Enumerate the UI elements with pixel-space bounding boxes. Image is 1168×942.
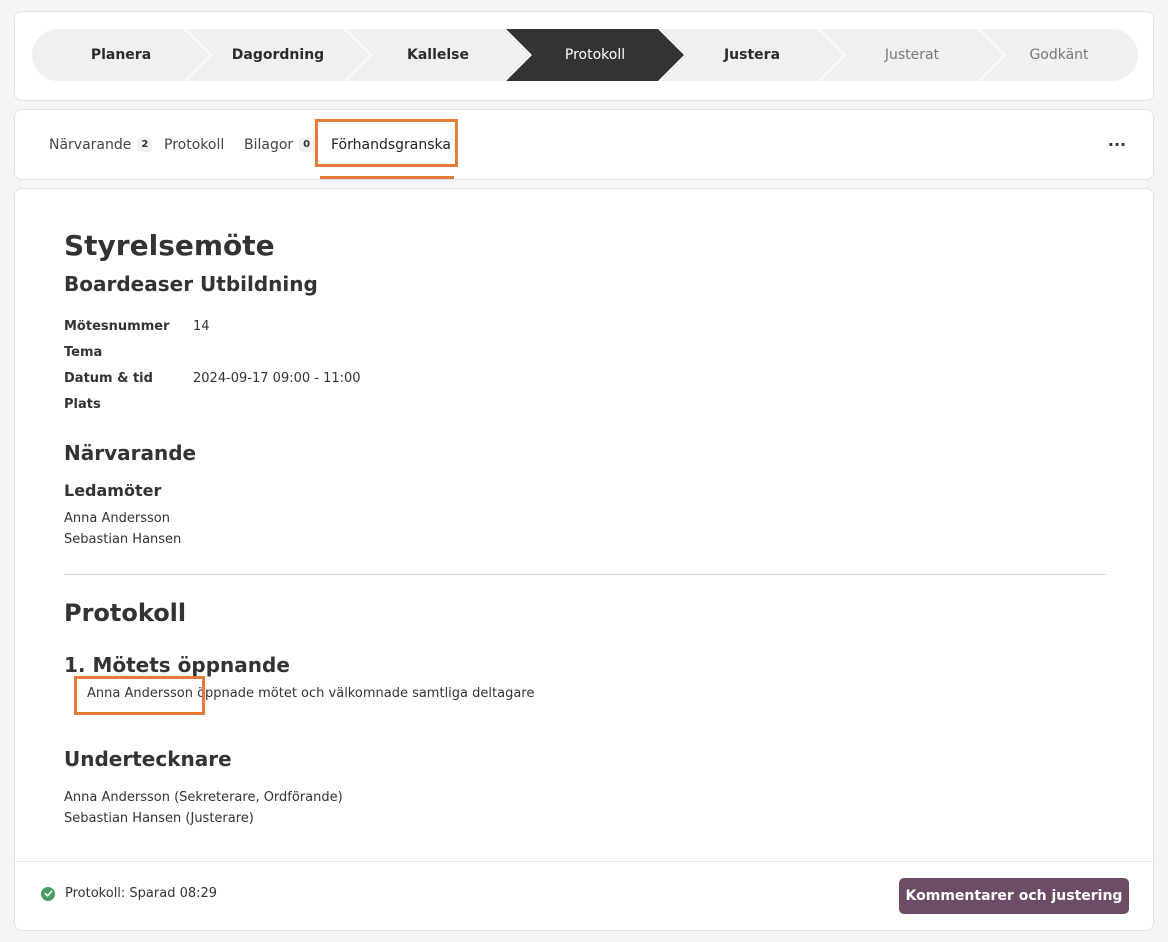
- tab-narvarande-badge: 2: [137, 138, 153, 152]
- step-justerat-label: Justerat: [884, 47, 940, 63]
- tab-active-indicator: [320, 176, 454, 179]
- signatory: Sebastian Hansen (Justerare): [64, 811, 254, 826]
- meta-label-motesnummer: Mötesnummer: [64, 319, 170, 334]
- document-title: Styrelsemöte: [64, 229, 275, 262]
- step-planera[interactable]: Planera: [32, 29, 210, 81]
- section-divider: [64, 574, 1106, 575]
- step-protokoll[interactable]: Protokoll: [506, 29, 684, 81]
- save-status: Protokoll: Sparad 08:29: [41, 886, 217, 901]
- tab-bilagor[interactable]: Bilagor 0: [244, 110, 315, 180]
- tab-bilagor-badge: 0: [299, 138, 315, 152]
- workflow-card: Planera Dagordning Kallelse Protokoll Ju…: [14, 11, 1154, 101]
- tab-narvarande-label: Närvarande: [49, 137, 132, 153]
- step-godkant[interactable]: Godkänt: [980, 29, 1138, 81]
- meta-label-plats: Plats: [64, 397, 101, 412]
- tab-narvarande[interactable]: Närvarande 2: [49, 110, 153, 180]
- tabs-card: Närvarande 2 Protokoll Bilagor 0 Förhand…: [14, 109, 1154, 180]
- step-dagordning[interactable]: Dagordning: [186, 29, 370, 81]
- signatory: Anna Andersson (Sekreterare, Ordförande): [64, 790, 343, 805]
- attendance-heading: Närvarande: [64, 441, 197, 465]
- meta-label-datum: Datum & tid: [64, 371, 153, 386]
- comments-and-review-button[interactable]: Kommentarer och justering: [899, 878, 1129, 914]
- tab-highlight-box: [315, 119, 458, 167]
- member-name: Sebastian Hansen: [64, 532, 182, 547]
- name-highlight-box: [74, 676, 205, 715]
- organization-name: Boardeaser Utbildning: [64, 272, 318, 296]
- member-name: Anna Andersson: [64, 511, 170, 526]
- step-dagordning-label: Dagordning: [231, 47, 325, 63]
- signatories-heading: Undertecknare: [64, 747, 232, 771]
- tab-protokoll-label: Protokoll: [164, 137, 225, 153]
- step-protokoll-label: Protokoll: [564, 47, 626, 63]
- step-justera-label: Justera: [723, 47, 781, 63]
- document-preview-card: Styrelsemöte Boardeaser Utbildning Mötes…: [14, 188, 1154, 931]
- workflow-stepper: Planera Dagordning Kallelse Protokoll Ju…: [32, 29, 1138, 81]
- agenda-item-title: 1. Mötets öppnande: [64, 653, 290, 677]
- meta-value-motesnummer: 14: [193, 319, 210, 334]
- more-options-button[interactable]: ···: [1103, 132, 1131, 156]
- footer-divider: [15, 861, 1153, 862]
- protocol-heading: Protokoll: [64, 599, 187, 627]
- meta-label-tema: Tema: [64, 345, 103, 360]
- step-justerat[interactable]: Justerat: [820, 29, 1004, 81]
- meta-value-datum: 2024-09-17 09:00 - 11:00: [193, 371, 361, 386]
- tab-protokoll[interactable]: Protokoll: [164, 110, 224, 180]
- check-circle-icon: [41, 886, 55, 901]
- tab-bilagor-label: Bilagor: [244, 137, 294, 153]
- agenda-item-text: öppnade mötet och välkomnade samtliga de…: [192, 686, 535, 701]
- save-status-text: Protokoll: Sparad 08:29: [65, 886, 218, 901]
- step-kallelse[interactable]: Kallelse: [346, 29, 530, 81]
- step-planera-label: Planera: [90, 47, 152, 63]
- members-subheading: Ledamöter: [64, 481, 162, 500]
- step-godkant-label: Godkänt: [1029, 47, 1089, 63]
- ellipsis-icon: ···: [1107, 134, 1127, 154]
- step-kallelse-label: Kallelse: [406, 47, 469, 63]
- step-justera[interactable]: Justera: [660, 29, 844, 81]
